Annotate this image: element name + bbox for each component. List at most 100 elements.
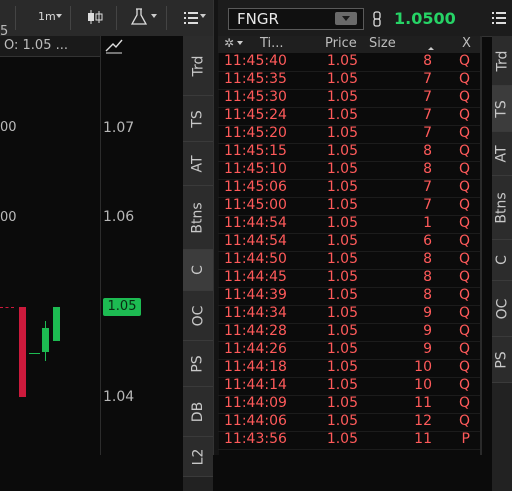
trade-time: 11:44:39 — [224, 287, 287, 303]
trade-exchange: Q — [458, 269, 470, 285]
axis-label: 1.04 — [103, 389, 135, 405]
side-tab-at[interactable]: AT — [183, 142, 213, 186]
side-tab-label: TS — [493, 99, 510, 118]
trade-row[interactable]: 11:45:24 1.05 7 Q — [218, 107, 480, 126]
side-tab-ts[interactable]: TS — [492, 86, 512, 132]
trade-row[interactable]: 11:44:54 1.05 6 Q — [218, 233, 480, 252]
chart-menu-icon[interactable] — [184, 12, 198, 24]
trade-exchange: Q — [458, 89, 470, 105]
col-exchange-header[interactable]: X — [462, 36, 471, 51]
chart-menu-chevron-icon[interactable] — [200, 14, 206, 18]
side-tab-trd[interactable]: Trd — [183, 36, 213, 96]
trade-time: 11:44:18 — [224, 359, 287, 375]
trade-size: 9 — [423, 341, 432, 357]
gear-chevron-icon[interactable] — [237, 41, 243, 45]
time-sales-list[interactable]: 11:45:40 1.05 8 Q 11:45:35 1.05 7 Q 11:45:30 1.05… — [218, 53, 480, 455]
trade-size: 9 — [423, 305, 432, 321]
sort-indicator-icon — [428, 47, 434, 50]
side-tab-trd[interactable]: Trd — [492, 36, 512, 86]
trade-size: 11 — [414, 431, 432, 447]
side-tab-btns[interactable]: Btns — [183, 186, 213, 250]
trade-row[interactable]: 11:43:56 1.05 11 P — [218, 431, 480, 450]
trade-time: 11:45:40 — [224, 53, 287, 69]
trade-row[interactable]: 11:45:35 1.05 7 Q — [218, 71, 480, 90]
trade-exchange: Q — [458, 161, 470, 177]
trade-row[interactable]: 11:44:45 1.05 8 Q — [218, 269, 480, 288]
axis-label: 1.07 — [103, 120, 135, 136]
side-tab-oc[interactable]: OC — [183, 291, 213, 341]
trade-exchange: Q — [458, 215, 470, 231]
trade-row[interactable]: 11:44:06 1.05 12 Q — [218, 413, 480, 432]
trade-row[interactable]: 11:44:28 1.05 9 Q — [218, 323, 480, 342]
trade-row[interactable]: 11:45:06 1.05 7 Q — [218, 179, 480, 198]
trade-price: 1.05 — [326, 431, 358, 447]
side-tab-label: OC — [189, 305, 206, 326]
trade-time: 11:44:26 — [224, 341, 287, 357]
toolbar-separator — [15, 6, 16, 30]
trade-time: 11:45:30 — [224, 89, 287, 105]
side-tab-oc[interactable]: OC — [492, 281, 512, 337]
trade-row[interactable]: 11:44:18 1.05 10 Q — [218, 359, 480, 378]
side-tab-c[interactable]: C — [183, 250, 213, 291]
col-size-header[interactable]: Size — [369, 36, 396, 51]
col-price-header[interactable]: Price — [325, 36, 357, 51]
side-tab-l2[interactable]: L2 — [183, 437, 213, 477]
trade-price: 1.05 — [326, 251, 358, 267]
trade-row[interactable]: 11:44:39 1.05 8 Q — [218, 287, 480, 306]
trade-row[interactable]: 11:45:30 1.05 7 Q — [218, 89, 480, 108]
trade-exchange: Q — [458, 395, 470, 411]
side-tab-ts[interactable]: TS — [183, 96, 213, 142]
side-tab-c[interactable]: C — [492, 240, 512, 281]
studies-chevron-icon[interactable] — [151, 14, 157, 18]
trade-size: 7 — [423, 179, 432, 195]
symbol-selector[interactable]: FNGR — [228, 8, 364, 30]
price-axis[interactable]: 1.07 1.06 1.04 1.05 — [100, 36, 183, 455]
col-time-header[interactable]: Ti... — [260, 36, 284, 51]
side-tab-label: TS — [189, 109, 206, 128]
trade-time: 11:44:06 — [224, 413, 287, 429]
ts-menu-icon[interactable] — [492, 12, 506, 24]
link-chain-icon[interactable] — [372, 11, 382, 27]
side-tab-ps[interactable]: PS — [183, 341, 213, 387]
side-tab-ps[interactable]: PS — [492, 337, 512, 383]
studies-flask-icon[interactable] — [131, 8, 147, 26]
trade-size: 8 — [423, 269, 432, 285]
side-tab-btns[interactable]: Btns — [492, 176, 512, 240]
trade-size: 10 — [414, 359, 432, 375]
trade-row[interactable]: 11:45:10 1.05 8 Q — [218, 161, 480, 180]
ts-scrollbar[interactable] — [480, 36, 482, 455]
trade-row[interactable]: 11:44:09 1.05 11 Q — [218, 395, 480, 414]
candlestick-style-icon[interactable] — [86, 9, 104, 25]
timeframe-button[interactable]: 1m — [38, 10, 56, 23]
timeframe-chevron-icon[interactable] — [56, 14, 62, 18]
trade-exchange: Q — [458, 341, 470, 357]
trade-row[interactable]: 11:44:50 1.05 8 Q — [218, 251, 480, 270]
trade-price: 1.05 — [326, 125, 358, 141]
side-tab-label: AT — [189, 154, 206, 173]
trade-price: 1.05 — [326, 197, 358, 213]
trade-exchange: Q — [458, 377, 470, 393]
trade-price: 1.05 — [326, 269, 358, 285]
trade-price: 1.05 — [326, 359, 358, 375]
trade-row[interactable]: 11:44:54 1.05 1 Q — [218, 215, 480, 234]
trade-row[interactable]: 11:44:26 1.05 9 Q — [218, 341, 480, 360]
trade-size: 9 — [423, 323, 432, 339]
trade-size: 8 — [423, 251, 432, 267]
trade-exchange: Q — [458, 287, 470, 303]
gear-icon[interactable]: ✲ — [224, 36, 234, 50]
trade-row[interactable]: 11:45:40 1.05 8 Q — [218, 53, 480, 72]
side-tab-db[interactable]: DB — [183, 387, 213, 437]
trade-time: 11:44:45 — [224, 269, 287, 285]
trade-price: 1.05 — [326, 323, 358, 339]
side-tab-at[interactable]: AT — [492, 132, 512, 176]
chart-plot-area[interactable] — [0, 56, 100, 455]
trade-row[interactable]: 11:44:34 1.05 9 Q — [218, 305, 480, 324]
trade-row[interactable]: 11:45:20 1.05 7 Q — [218, 125, 480, 144]
trade-row[interactable]: 11:45:00 1.05 7 Q — [218, 197, 480, 216]
trade-exchange: Q — [458, 125, 470, 141]
drawing-tool-icon[interactable] — [105, 38, 123, 54]
doji-candle — [29, 353, 40, 354]
trade-row[interactable]: 11:45:15 1.05 8 Q — [218, 143, 480, 162]
symbol-dropdown-icon[interactable] — [335, 12, 357, 25]
trade-row[interactable]: 11:44:14 1.05 10 Q — [218, 377, 480, 396]
